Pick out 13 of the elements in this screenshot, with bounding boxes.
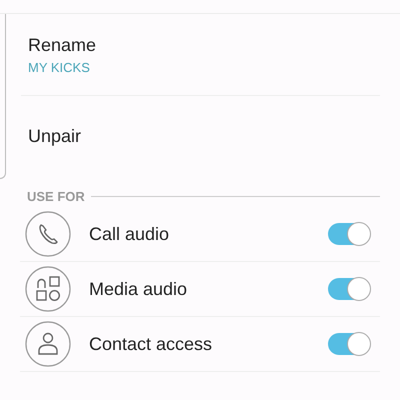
feature-label: Call audio: [89, 224, 170, 244]
person-icon: [25, 321, 71, 367]
device-name: MY KICKS: [28, 60, 91, 74]
phone-icon: [25, 211, 71, 257]
action-label[interactable]: Rename: [28, 34, 380, 56]
shapes-icon: [25, 266, 71, 312]
toggle-switch[interactable]: [328, 278, 370, 300]
feature-label: Contact access: [89, 334, 214, 354]
toggle-switch[interactable]: [328, 333, 370, 355]
action-label[interactable]: Unpair: [28, 126, 380, 147]
section-header: USE FOR: [27, 188, 85, 204]
toggle-switch[interactable]: [328, 223, 370, 245]
feature-label: Media audio: [89, 278, 188, 300]
